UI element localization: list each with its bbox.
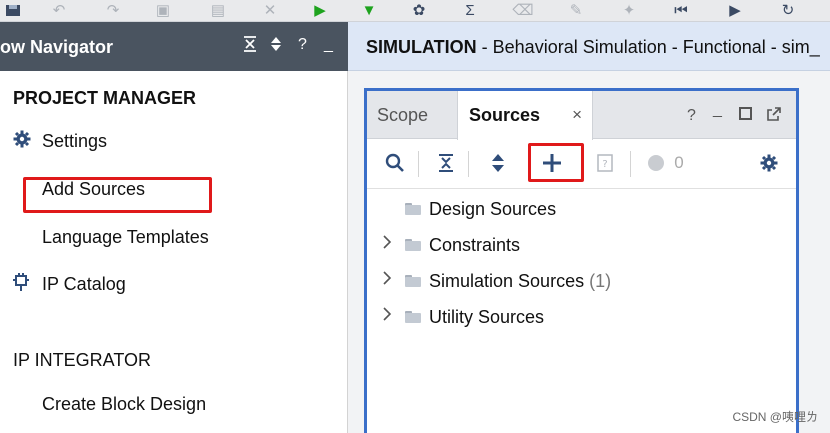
- clear-icon[interactable]: ⌫: [510, 0, 536, 20]
- tree-item-label: Simulation Sources: [429, 271, 585, 291]
- relaunch-icon[interactable]: ↻: [775, 0, 801, 20]
- collapse-all-icon[interactable]: [243, 36, 257, 57]
- run-for-icon[interactable]: ▼: [356, 0, 382, 20]
- tree-item-label: Design Sources: [429, 199, 557, 219]
- tree-item-constraints[interactable]: Constraints: [367, 231, 796, 261]
- tree-item-label: Constraints: [429, 235, 521, 255]
- tree-item-design-sources[interactable]: Design Sources: [367, 195, 796, 225]
- toolbar-divider: [630, 151, 631, 177]
- nav-item-settings[interactable]: Settings: [42, 131, 107, 152]
- folder-icon: [405, 275, 421, 287]
- toolbar-divider: [418, 151, 419, 177]
- main-toolbar: ↶ ↷ ▣ ▤ ✕ ▶ ▼ ✿ Σ ⌫ ✎ ✦ ⏮ ▶ ↻: [0, 0, 830, 22]
- help-icon[interactable]: ?: [298, 36, 307, 54]
- redo-icon[interactable]: ↷: [100, 0, 126, 20]
- undo-icon[interactable]: ↶: [46, 0, 72, 20]
- tree-item-label-group: Simulation Sources (1): [429, 271, 611, 292]
- ip-catalog-icon: [12, 272, 30, 297]
- vivado-window: ↶ ↷ ▣ ▤ ✕ ▶ ▼ ✿ Σ ⌫ ✎ ✦ ⏮ ▶ ↻ ow Navigat…: [0, 0, 830, 433]
- simulation-title: SIMULATION - Behavioral Simulation - Fun…: [366, 37, 820, 58]
- tab-scope[interactable]: Scope: [367, 91, 457, 139]
- close-icon[interactable]: ×: [572, 105, 582, 125]
- highlight-add-sources: [23, 177, 212, 213]
- toolbar-divider: [468, 151, 469, 177]
- save-icon[interactable]: [0, 0, 26, 20]
- collapse-all-icon[interactable]: [435, 149, 457, 177]
- simulation-label: SIMULATION: [366, 37, 477, 57]
- run-all-icon[interactable]: ▶: [722, 0, 748, 20]
- sources-panel: Scope Sources × ? _ ? 0 Design Sources C…: [364, 88, 799, 433]
- search-icon[interactable]: [383, 149, 407, 177]
- run-icon[interactable]: ▶: [307, 0, 333, 20]
- chevron-right-icon[interactable]: [383, 235, 392, 253]
- section-project-manager: PROJECT MANAGER: [13, 88, 197, 108]
- minimize-icon[interactable]: _: [324, 36, 333, 54]
- tree-item-simulation-sources[interactable]: Simulation Sources (1): [367, 267, 796, 297]
- sigma-icon[interactable]: Σ: [457, 0, 483, 20]
- folder-icon: [405, 203, 421, 215]
- nav-item-create-block-design[interactable]: Create Block Design: [42, 394, 206, 415]
- marker-icon[interactable]: ✎: [563, 0, 589, 20]
- settings-icon[interactable]: ✿: [406, 0, 432, 20]
- gear-icon: [13, 130, 31, 153]
- flow-navigator-title: ow Navigator: [0, 37, 114, 57]
- status-count: 0: [674, 153, 684, 172]
- panel-help-icon[interactable]: ?: [687, 107, 696, 125]
- folder-icon: [405, 239, 421, 251]
- tree-item-count: (1): [589, 271, 612, 291]
- gear-icon[interactable]: [757, 149, 781, 177]
- panel-minimize-icon[interactable]: _: [713, 101, 722, 119]
- flow-navigator-header: ow Navigator ? _: [0, 22, 348, 71]
- expand-icon[interactable]: [270, 36, 282, 57]
- chevron-right-icon[interactable]: [383, 307, 392, 325]
- nav-item-language-templates[interactable]: Language Templates: [42, 227, 209, 248]
- panel-maximize-icon[interactable]: [739, 107, 752, 125]
- nav-item-ip-catalog[interactable]: IP Catalog: [42, 274, 126, 295]
- status-dot-icon: [645, 149, 667, 177]
- simulation-header: SIMULATION - Behavioral Simulation - Fun…: [348, 22, 830, 71]
- properties-icon[interactable]: ?: [593, 149, 617, 177]
- tree-item-label: Utility Sources: [429, 307, 545, 327]
- sources-tabbar: Scope Sources × ? _: [367, 91, 796, 140]
- panel-float-icon[interactable]: [767, 107, 781, 126]
- flow-navigator: PROJECT MANAGER Settings Add Sources Lan…: [0, 71, 348, 433]
- restart-icon[interactable]: ⏮: [668, 0, 694, 20]
- watermark: CSDN @咦哩ㄌ: [732, 410, 818, 424]
- chevron-right-icon[interactable]: [383, 271, 392, 289]
- section-ip-integrator: IP INTEGRATOR: [13, 350, 152, 370]
- tab-sources[interactable]: Sources ×: [457, 91, 593, 140]
- tab-sources-label: Sources: [469, 105, 541, 125]
- svg-text:?: ?: [602, 159, 607, 170]
- tree-item-utility-sources[interactable]: Utility Sources: [367, 303, 796, 333]
- copy-icon[interactable]: ▣: [150, 0, 176, 20]
- pin-icon[interactable]: ✦: [616, 0, 642, 20]
- sources-toolbar: ? 0: [367, 139, 796, 189]
- delete-icon[interactable]: ✕: [257, 0, 283, 20]
- paste-icon[interactable]: ▤: [205, 0, 231, 20]
- simulation-subtitle: - Behavioral Simulation - Functional - s…: [476, 37, 820, 57]
- folder-icon: [405, 311, 421, 323]
- expand-all-icon[interactable]: [487, 149, 509, 177]
- highlight-add-button: [528, 143, 584, 182]
